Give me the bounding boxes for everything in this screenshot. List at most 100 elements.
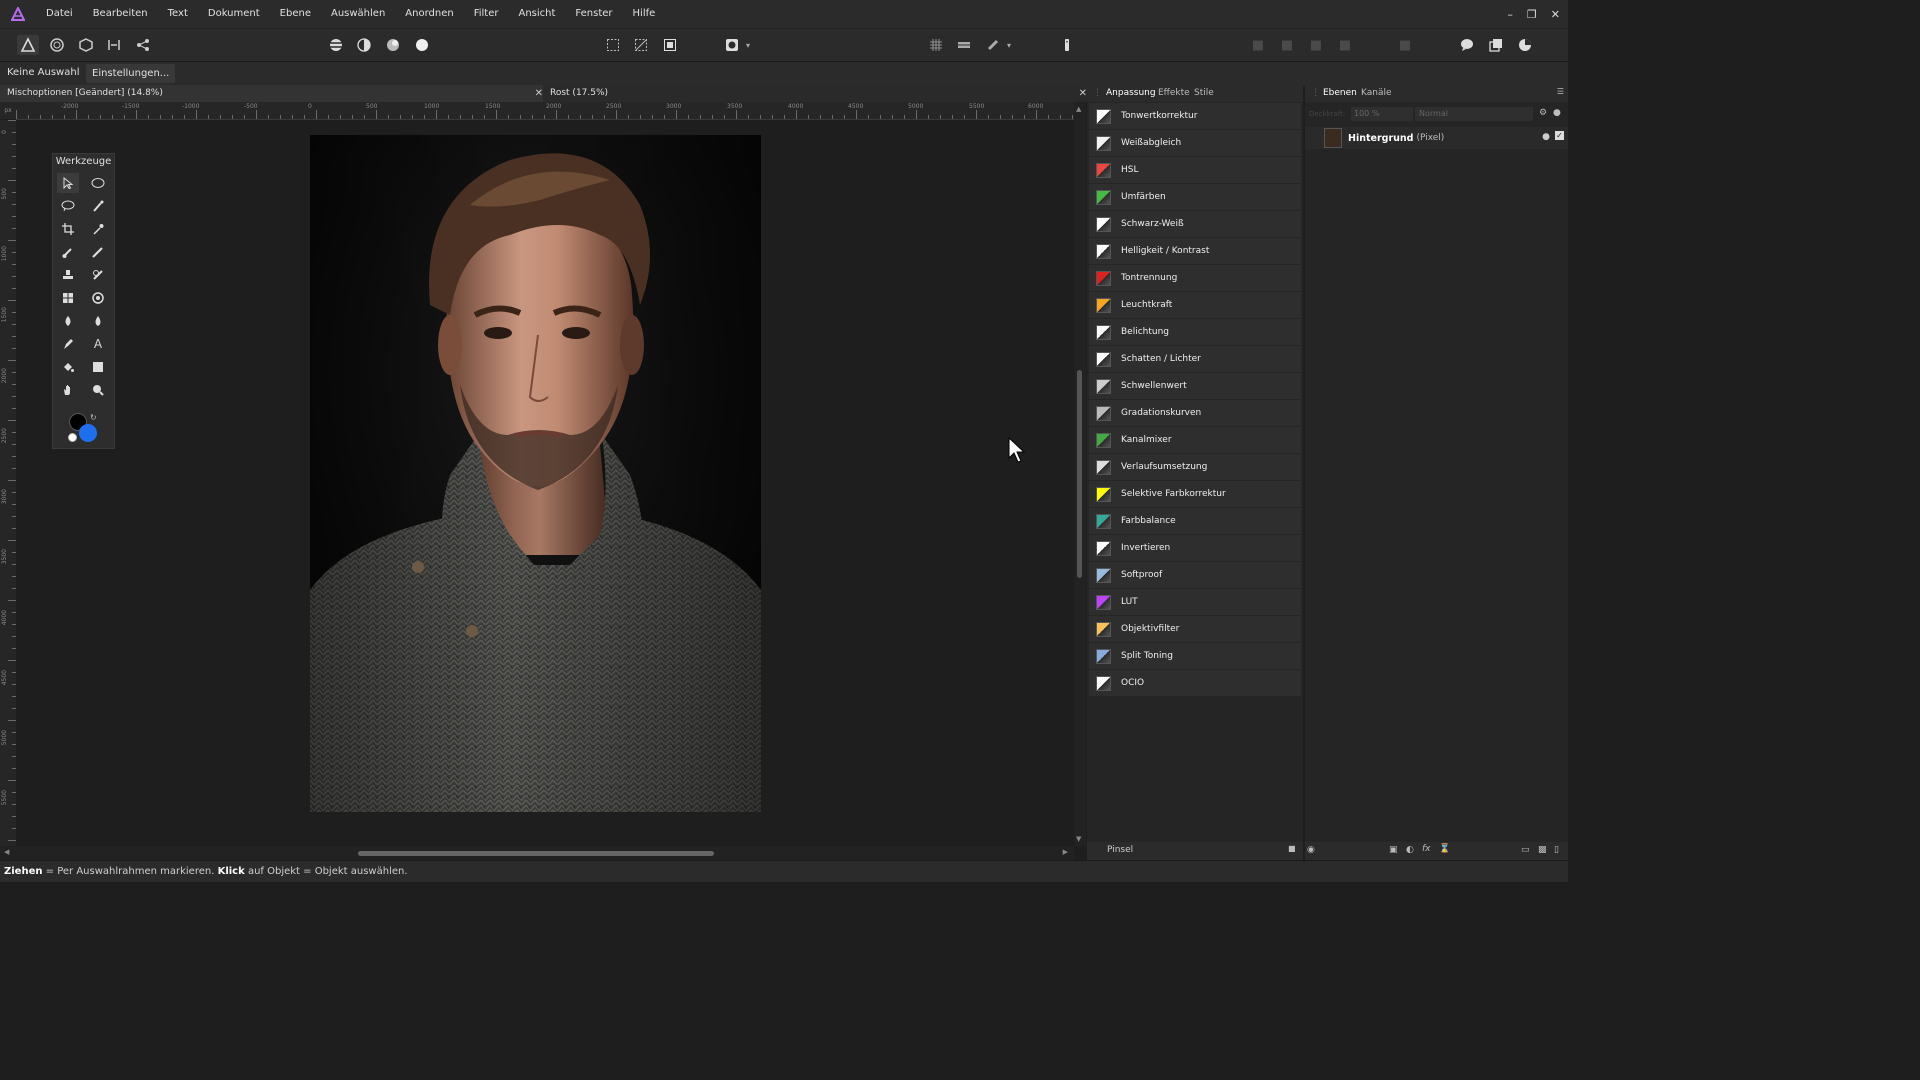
photo-persona-icon[interactable] [17, 35, 39, 55]
develop-persona-icon[interactable] [75, 35, 97, 55]
close-tab-icon[interactable]: ✕ [1079, 85, 1087, 102]
portrait-photo[interactable] [310, 135, 761, 812]
auto-white-balance-icon[interactable] [411, 35, 433, 55]
healing-brush-tool-icon[interactable] [87, 265, 109, 285]
elliptical-marquee-tool-icon[interactable] [87, 173, 109, 193]
arrange-backward-icon[interactable]: ■ [1276, 35, 1298, 55]
tab-mischoptionen[interactable]: Mischoptionen [Geändert] (14.8%) ✕ [0, 85, 549, 102]
menu-bearbeiten[interactable]: Bearbeiten [83, 0, 158, 28]
adjustment-item[interactable]: Tontrennung [1089, 265, 1301, 292]
tab-stile[interactable]: Stile [1194, 85, 1214, 102]
menu-auswaehlen[interactable]: Auswählen [321, 0, 395, 28]
menu-fenster[interactable]: Fenster [565, 0, 622, 28]
dodge-tool-icon[interactable] [57, 311, 79, 331]
patch-tool-icon[interactable] [57, 288, 79, 308]
menu-ansicht[interactable]: Ansicht [508, 0, 565, 28]
layer-row[interactable]: Hintergrund (Pixel) ● ✓ [1305, 127, 1568, 149]
menu-datei[interactable]: Datei [36, 0, 83, 28]
adjustment-item[interactable]: Schwellenwert [1089, 373, 1301, 400]
blend-mode-select[interactable]: Normal [1415, 107, 1533, 121]
adjustment-item[interactable]: Schatten / Lichter [1089, 346, 1301, 373]
opacity-field[interactable]: 100 % [1351, 107, 1413, 121]
reset-colors-icon[interactable] [68, 433, 77, 442]
adjustment-item[interactable]: Weißabgleich [1089, 130, 1301, 157]
color-picker-tool-icon[interactable] [87, 219, 109, 239]
paint-brush-tool-icon[interactable] [57, 242, 79, 262]
mode-dropdown-icon[interactable]: ▾ [742, 35, 754, 55]
hand-tool-icon[interactable] [57, 380, 79, 400]
adjustment-item[interactable]: Belichtung [1089, 319, 1301, 346]
swap-colors-icon[interactable]: ↻ [90, 413, 97, 422]
snapping-magnet-icon[interactable] [982, 35, 1004, 55]
tab-kanaele[interactable]: Kanäle [1361, 85, 1392, 102]
tab-effekte[interactable]: Effekte [1158, 85, 1190, 102]
adjustment-item[interactable]: Umfärben [1089, 184, 1301, 211]
tone-mapping-persona-icon[interactable] [103, 35, 125, 55]
auto-colors-icon[interactable] [382, 35, 404, 55]
tab-rost[interactable]: Rost (17.5%) ✕ [543, 85, 1093, 102]
live-filter-icon[interactable]: ⌛ [1439, 844, 1450, 854]
fill-tool-icon[interactable] [57, 357, 79, 377]
adjustment-item[interactable]: Objektivfilter [1089, 616, 1301, 643]
adjustment-item[interactable]: Helligkeit / Kontrast [1089, 238, 1301, 265]
layer-visibility-checkbox[interactable]: ✓ [1555, 131, 1564, 140]
scroll-left-icon[interactable]: ◀ [4, 848, 9, 856]
menu-anordnen[interactable]: Anordnen [395, 0, 463, 28]
arrange-front-icon[interactable]: ■ [1334, 35, 1356, 55]
menu-dokument[interactable]: Dokument [198, 0, 270, 28]
new-layer-icon[interactable]: ▩ [1538, 845, 1547, 855]
adjustment-item[interactable]: Softproof [1089, 562, 1301, 589]
adjustment-item[interactable]: OCIO [1089, 670, 1301, 697]
red-eye-tool-icon[interactable] [87, 288, 109, 308]
adjustment-item[interactable]: HSL [1089, 157, 1301, 184]
zoom-tool-icon[interactable] [87, 380, 109, 400]
selection-quickmask-icon[interactable] [659, 35, 681, 55]
tab-ebenen[interactable]: Ebenen [1323, 85, 1357, 102]
add-mask-icon[interactable]: ▣ [1389, 845, 1398, 855]
snapping-grid-icon[interactable] [925, 35, 947, 55]
scroll-right-icon[interactable]: ▶ [1063, 848, 1068, 856]
crop-tool-icon[interactable] [57, 219, 79, 239]
lock-icon[interactable]: ● [1553, 108, 1561, 118]
scroll-thumb[interactable] [358, 851, 714, 856]
move-tool-icon[interactable] [57, 173, 79, 193]
scroll-up-icon[interactable]: ▲ [1076, 105, 1081, 113]
menu-text[interactable]: Text [158, 0, 198, 28]
scroll-down-icon[interactable]: ▼ [1076, 835, 1081, 843]
menu-hilfe[interactable]: Hilfe [623, 0, 666, 28]
color-studio-icon[interactable] [1514, 35, 1536, 55]
blur-tool-icon[interactable] [87, 311, 109, 331]
vertical-scrollbar[interactable]: ▲ ▼ [1074, 102, 1086, 846]
app-logo-icon[interactable] [0, 0, 36, 28]
vertical-ruler[interactable]: 0 500 1000 1500 2000 2500 3000 3500 4000… [0, 120, 17, 846]
lasso-tool-icon[interactable] [57, 196, 79, 216]
mode-icon[interactable] [721, 35, 743, 55]
minimize-icon[interactable]: – [1507, 8, 1513, 21]
restore-icon[interactable]: ❐ [1527, 8, 1537, 21]
adjustment-item[interactable]: Invertieren [1089, 535, 1301, 562]
adjustment-item[interactable]: Gradationskurven [1089, 400, 1301, 427]
selection-invert-icon[interactable] [630, 35, 652, 55]
auto-contrast-icon[interactable] [353, 35, 375, 55]
group-layers-icon[interactable]: ▭ [1521, 845, 1530, 855]
delete-layer-icon[interactable]: ▯ [1554, 845, 1559, 855]
clone-stamp-tool-icon[interactable] [57, 265, 79, 285]
horizontal-ruler[interactable]: -2000 -1500 -1000 -500 0 500 1000 1500 2… [16, 102, 1074, 120]
close-window-icon[interactable]: ✕ [1551, 8, 1560, 21]
selection-rect-icon[interactable] [602, 35, 624, 55]
adjustment-item[interactable]: Verlaufsumsetzung [1089, 454, 1301, 481]
assistant-icon[interactable] [1456, 35, 1478, 55]
horizontal-scrollbar[interactable]: ◀ ▶ [0, 846, 1074, 860]
layer-lock-icon[interactable]: ● [1542, 132, 1550, 142]
adjustment-item[interactable]: Schwarz-Weiß [1089, 211, 1301, 238]
adjustment-item[interactable]: Split Toning [1089, 643, 1301, 670]
panel-menu-icon[interactable]: ■ [1288, 844, 1296, 853]
snapping-dropdown-icon[interactable]: ▾ [1003, 35, 1015, 55]
tab-anpassung[interactable]: Anpassung [1106, 85, 1156, 102]
adjustment-item[interactable]: Leuchtkraft [1089, 292, 1301, 319]
panel-grip-icon[interactable]: ⋮ [1311, 88, 1320, 98]
export-persona-icon[interactable] [132, 35, 154, 55]
align-icon[interactable] [953, 35, 975, 55]
auto-levels-icon[interactable] [325, 35, 347, 55]
settings-button[interactable]: Einstellungen... [86, 64, 176, 83]
